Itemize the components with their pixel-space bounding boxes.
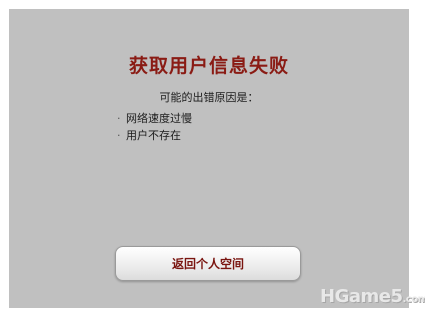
error-dialog-panel: 获取用户信息失败 可能的出错原因是： · 网络速度过慢 · 用户不存在 返回个人空间 bbox=[9, 9, 409, 308]
watermark-text: HGame5 bbox=[320, 286, 403, 307]
reason-item: · 用户不存在 bbox=[117, 127, 192, 144]
error-subtitle: 可能的出错原因是： bbox=[159, 91, 259, 104]
bullet-icon: · bbox=[117, 129, 121, 142]
watermark-suffix: .com bbox=[402, 294, 425, 305]
error-title: 获取用户信息失败 bbox=[128, 55, 289, 77]
back-to-space-button[interactable]: 返回个人空间 bbox=[115, 246, 301, 281]
bullet-icon: · bbox=[117, 112, 121, 125]
site-watermark: HGame5.com bbox=[320, 286, 425, 307]
reason-item: · 网络速度过慢 bbox=[117, 110, 192, 127]
reason-text: 网络速度过慢 bbox=[126, 112, 192, 125]
reason-list: · 网络速度过慢 · 用户不存在 bbox=[117, 110, 192, 144]
reason-text: 用户不存在 bbox=[126, 129, 181, 142]
